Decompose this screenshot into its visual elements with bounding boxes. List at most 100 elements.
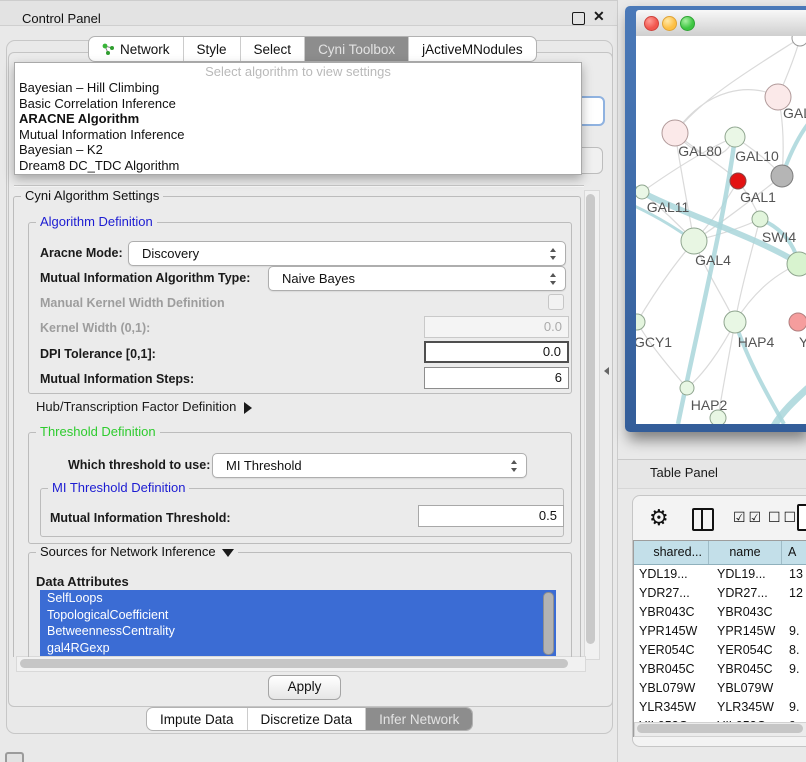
dropdown-item-aracne-algorithm[interactable]: ARACNE Algorithm — [15, 111, 581, 127]
close-traffic-light-icon[interactable] — [644, 16, 659, 31]
table-cell: 9. — [782, 698, 806, 717]
network-node[interactable] — [680, 381, 694, 395]
network-node[interactable] — [787, 252, 806, 276]
table-row[interactable]: YPR145WYPR145W9. — [634, 622, 806, 641]
mi-steps-field[interactable]: 6 — [424, 367, 569, 389]
data-attributes-label: Data Attributes — [36, 574, 129, 589]
expanded-arrow-icon — [222, 549, 234, 557]
node-label-gal: GAL — [783, 105, 806, 121]
dropdown-item-mutual-information-inference[interactable]: Mutual Information Inference — [15, 127, 581, 143]
unchecked-columns-icon[interactable]: ☐☐ — [768, 509, 799, 526]
table-row[interactable]: YBR045CYBR045C9. — [634, 660, 806, 679]
settings-vertical-scrollbar-thumb[interactable] — [586, 194, 595, 644]
table-cell: YER054C — [709, 641, 782, 660]
groupbox-edge — [14, 185, 584, 187]
table-row[interactable]: YBR043CYBR043C — [634, 603, 806, 622]
manual-kernel-label: Manual Kernel Width Definition — [40, 296, 225, 310]
node-table: shared...nameA YDL19...YDL19...13YDR27..… — [633, 540, 806, 737]
splitter-collapse-icon[interactable] — [604, 367, 609, 375]
network-node[interactable] — [789, 313, 806, 331]
dpi-tolerance-field[interactable]: 0.0 — [424, 341, 569, 363]
kernel-width-field[interactable]: 0.0 — [424, 316, 569, 338]
settings-horizontal-scrollbar-thumb[interactable] — [20, 659, 568, 668]
table-cell: YLR345W — [709, 698, 782, 717]
mi-type-combo[interactable]: Naive Bayes — [268, 266, 566, 291]
split-view-icon[interactable] — [692, 508, 714, 531]
zoom-traffic-light-icon[interactable] — [680, 16, 695, 31]
mi-threshold-field[interactable]: 0.5 — [418, 505, 564, 527]
tab-label: Style — [197, 42, 227, 57]
network-node[interactable] — [730, 173, 746, 189]
table-cell — [782, 603, 806, 622]
close-icon[interactable]: ✕ — [593, 8, 605, 25]
tab-label: Discretize Data — [261, 712, 353, 727]
attribute-item-topologicalcoefficient[interactable]: TopologicalCoefficient — [40, 607, 556, 624]
table-cell: 12 — [782, 584, 806, 603]
column-header-shared-[interactable]: shared... — [634, 541, 709, 564]
table-cell: YDR27... — [709, 584, 782, 603]
export-table-icon[interactable] — [797, 504, 806, 531]
attribute-list-scrollbar-thumb[interactable] — [543, 592, 554, 655]
dropdown-item-dream8-dc-tdc-algorithm[interactable]: Dream8 DC_TDC Algorithm — [15, 158, 581, 174]
table-cell: YBR045C — [709, 660, 782, 679]
node-label-gal10: GAL10 — [735, 148, 779, 164]
network-node[interactable] — [636, 314, 645, 330]
network-window-titlebar[interactable] — [636, 10, 806, 37]
network-node[interactable] — [771, 165, 793, 187]
tab-cyni-toolbox[interactable]: Cyni Toolbox — [305, 37, 409, 61]
table-row[interactable]: YER054CYER054C8. — [634, 641, 806, 660]
attribute-item-gal4rgexp[interactable]: gal4RGexp — [40, 640, 556, 657]
table-cell: YPR145W — [634, 622, 709, 641]
network-node[interactable] — [636, 185, 649, 199]
tab-style[interactable]: Style — [184, 37, 241, 61]
algorithm-definition-title: Algorithm Definition — [36, 214, 157, 229]
network-node[interactable] — [792, 36, 806, 46]
minimize-traffic-light-icon[interactable] — [662, 16, 677, 31]
column-header-a[interactable]: A — [782, 541, 806, 564]
tab-jactivemnodules[interactable]: jActiveMNodules — [409, 37, 536, 61]
which-threshold-value: MI Threshold — [226, 458, 302, 473]
minimized-panel-icon[interactable] — [5, 752, 24, 762]
dpi-tolerance-label: DPI Tolerance [0,1]: — [40, 347, 156, 361]
aracne-mode-value: Discovery — [142, 246, 199, 261]
attribute-item-selfloops[interactable]: SelfLoops — [40, 590, 556, 607]
dropdown-item-bayesian-hill-climbing[interactable]: Bayesian – Hill Climbing — [15, 80, 581, 96]
dropdown-item-basic-correlation-inference[interactable]: Basic Correlation Inference — [15, 96, 581, 112]
network-node[interactable] — [724, 311, 746, 333]
float-window-icon[interactable] — [572, 12, 585, 25]
checked-columns-icon[interactable]: ☑☑ — [733, 509, 764, 526]
network-node[interactable] — [752, 211, 768, 227]
network-canvas[interactable]: GALGAL80GAL10GAL1GAL11SWI4GAL4GCY1HAP4YH… — [636, 36, 806, 424]
which-threshold-combo[interactable]: MI Threshold — [212, 453, 527, 478]
tab-select[interactable]: Select — [241, 37, 306, 61]
tab-impute-data[interactable]: Impute Data — [147, 708, 248, 730]
node-label-gal4: GAL4 — [695, 252, 731, 268]
aracne-mode-label: Aracne Mode: — [40, 246, 123, 260]
network-node[interactable] — [725, 127, 745, 147]
table-row[interactable]: YLR345WYLR345W9. — [634, 698, 806, 717]
tab-network[interactable]: Network — [89, 37, 184, 61]
dropdown-item-bayesian-k2[interactable]: Bayesian – K2 — [15, 142, 581, 158]
algorithm-dropdown-popup: Select algorithm to view settings Bayesi… — [14, 62, 582, 175]
threshold-definition-title: Threshold Definition — [36, 424, 160, 439]
hub-definition-toggle[interactable]: Hub/Transcription Factor Definition — [36, 399, 252, 414]
column-header-name[interactable]: name — [709, 541, 782, 564]
table-horizontal-scrollbar-thumb[interactable] — [637, 724, 803, 733]
network-node[interactable] — [681, 228, 707, 254]
tab-label: Network — [120, 42, 170, 57]
network-edge — [675, 90, 778, 133]
tab-discretize-data[interactable]: Discretize Data — [248, 708, 367, 730]
tab-infer-network[interactable]: Infer Network — [366, 708, 472, 730]
table-cell — [782, 679, 806, 698]
gear-icon[interactable]: ⚙ — [649, 505, 669, 531]
aracne-mode-combo[interactable]: Discovery — [128, 241, 566, 266]
apply-button[interactable]: Apply — [268, 675, 341, 700]
manual-kernel-checkbox[interactable] — [548, 294, 564, 310]
table-row[interactable]: YDL19...YDL19...13 — [634, 565, 806, 584]
sources-title[interactable]: Sources for Network Inference — [36, 544, 238, 559]
attribute-item-betweennesscentrality[interactable]: BetweennessCentrality — [40, 623, 556, 640]
table-row[interactable]: YBL079WYBL079W — [634, 679, 806, 698]
table-cell: 13 — [782, 565, 806, 584]
mi-type-value: Naive Bayes — [282, 271, 355, 286]
table-row[interactable]: YDR27...YDR27...12 — [634, 584, 806, 603]
